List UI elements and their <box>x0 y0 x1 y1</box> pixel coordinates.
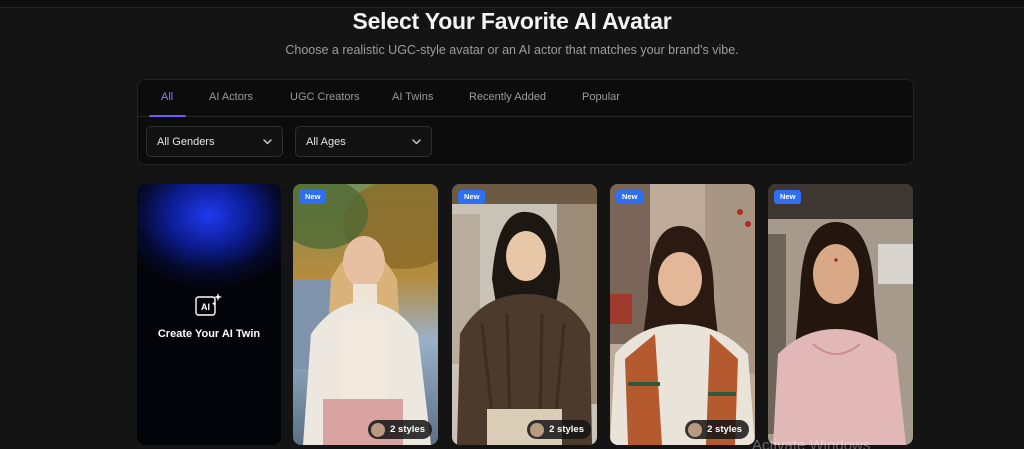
top-bar <box>0 0 1024 8</box>
age-select[interactable]: All Ages <box>295 126 432 157</box>
styles-count: 2 styles <box>390 424 425 435</box>
tab-all[interactable]: All <box>161 91 173 103</box>
styles-count-pill[interactable]: 2 styles <box>685 420 749 439</box>
filter-panel: All AI Actors UGC Creators AI Twins Rece… <box>137 79 914 165</box>
chevron-down-icon <box>411 137 421 147</box>
tab-popular[interactable]: Popular <box>582 91 620 103</box>
avatar-card[interactable]: New <box>768 184 913 445</box>
avatar-thumbnail <box>688 422 703 437</box>
page-title: Select Your Favorite AI Avatar <box>352 8 672 34</box>
styles-count: 2 styles <box>549 424 584 435</box>
avatar-photo <box>768 184 913 445</box>
styles-count: 2 styles <box>707 424 742 435</box>
gender-select[interactable]: All Genders <box>146 126 283 157</box>
avatar-photo <box>293 184 438 445</box>
svg-text:AI: AI <box>201 302 210 312</box>
gender-select-value: All Genders <box>157 135 215 148</box>
new-badge: New <box>458 190 486 204</box>
page-subtitle: Choose a realistic UGC-style avatar or a… <box>285 43 739 57</box>
new-badge: New <box>299 190 327 204</box>
new-badge: New <box>616 190 644 204</box>
create-ai-twin-card[interactable]: AI Create Your AI Twin <box>137 184 281 445</box>
avatar-card[interactable]: New 2 styles <box>610 184 755 445</box>
active-tab-indicator <box>149 115 186 117</box>
tab-ugc-creators[interactable]: UGC Creators <box>290 91 360 103</box>
create-ai-twin-label: Create Your AI Twin <box>157 328 261 340</box>
tab-recently-added[interactable]: Recently Added <box>469 91 546 103</box>
styles-count-pill[interactable]: 2 styles <box>368 420 432 439</box>
ai-sparkle-icon: AI <box>195 292 223 318</box>
chevron-down-icon <box>262 137 272 147</box>
avatar-photo <box>452 184 597 445</box>
tab-bar: All AI Actors UGC Creators AI Twins Rece… <box>138 80 913 117</box>
age-select-value: All Ages <box>306 135 346 148</box>
avatar-thumbnail <box>530 422 545 437</box>
avatar-thumbnail <box>371 422 386 437</box>
styles-count-pill[interactable]: 2 styles <box>527 420 591 439</box>
os-watermark: Activate Windows <box>752 437 871 449</box>
new-badge: New <box>774 190 802 204</box>
tab-ai-twins[interactable]: AI Twins <box>392 91 433 103</box>
avatar-card[interactable]: New 2 styles <box>452 184 597 445</box>
tab-ai-actors[interactable]: AI Actors <box>209 91 253 103</box>
avatar-card[interactable]: New 2 styles <box>293 184 438 445</box>
avatar-photo <box>610 184 755 445</box>
